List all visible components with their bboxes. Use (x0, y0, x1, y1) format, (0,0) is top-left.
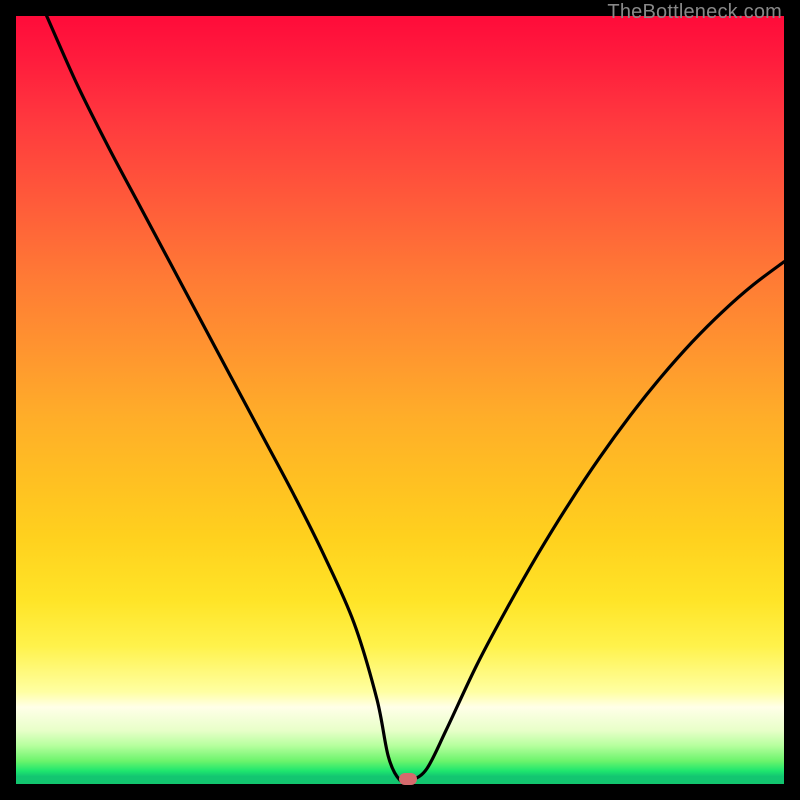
chart-frame: TheBottleneck.com (0, 0, 800, 800)
curve-svg (16, 16, 784, 784)
watermark-text: TheBottleneck.com (607, 1, 782, 24)
optimum-marker (399, 773, 417, 785)
plot-area (16, 16, 784, 784)
bottleneck-curve (47, 16, 784, 782)
